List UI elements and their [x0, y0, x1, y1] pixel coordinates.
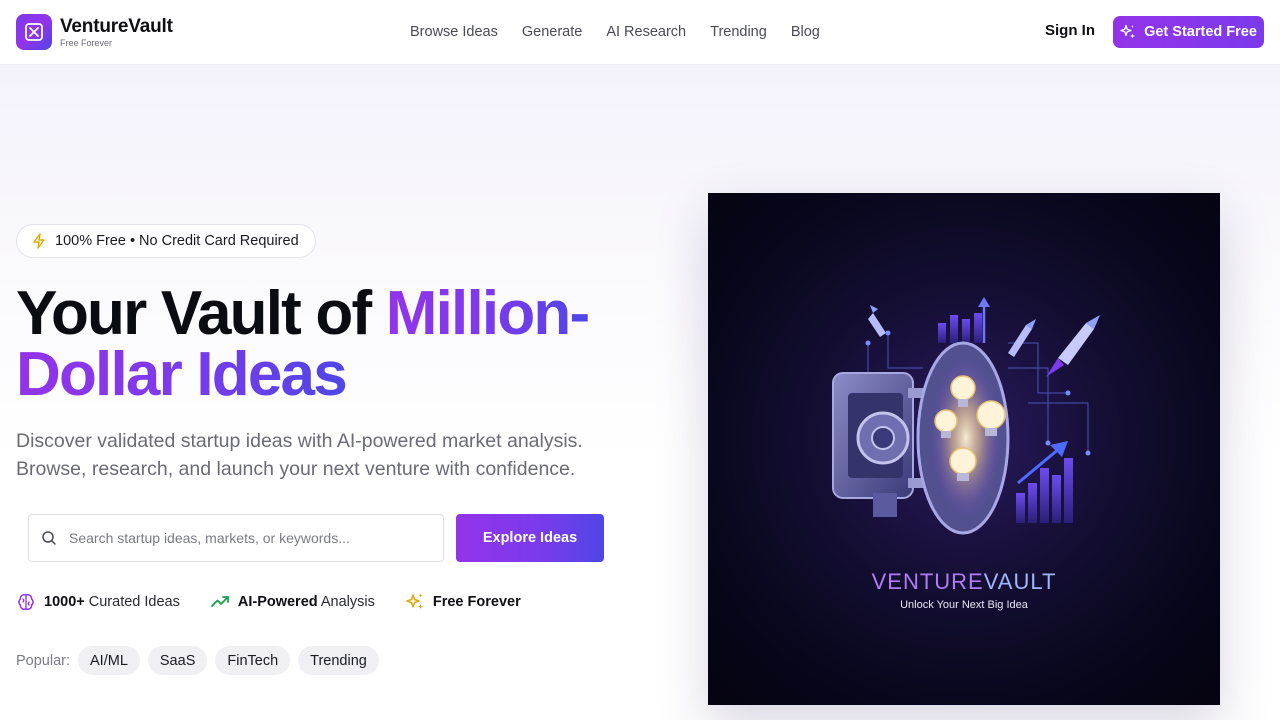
visual-brand-title: VENTUREVAULT	[708, 569, 1220, 595]
sparkles-icon	[406, 593, 423, 609]
visual-subtitle: Unlock Your Next Big Idea	[900, 599, 1028, 611]
tag-chip-ai-ml[interactable]: AI/ML	[78, 646, 140, 675]
hero-headline: Your Vault of Million- Dollar Ideas	[16, 283, 656, 406]
lightning-icon	[33, 233, 45, 249]
nav-link-generate[interactable]: Generate	[522, 24, 582, 40]
brand-tagline: Free Forever	[60, 37, 113, 48]
tag-chip-fintech[interactable]: FinTech	[215, 646, 291, 675]
feature-curated-bold: 1000+	[44, 594, 85, 610]
brand-name: VentureVault	[60, 15, 173, 37]
headline-accent-1: Million-	[385, 279, 590, 348]
feature-free-bold: Free Forever	[432, 594, 521, 610]
nav-link-ai-research[interactable]: AI Research	[606, 24, 686, 40]
search-box	[28, 514, 444, 562]
feature-curated-text: Curated Ideas	[84, 594, 180, 610]
hero-subtitle: Discover validated startup ideas with AI…	[16, 430, 583, 480]
brain-icon	[18, 594, 34, 610]
search-input[interactable]	[69, 530, 443, 546]
free-badge: 100% Free • No Credit Card Required	[16, 224, 316, 258]
vault-logo-icon	[16, 14, 52, 50]
get-started-label: Get Started Free	[1144, 24, 1257, 40]
headline-plain: Your Vault of	[16, 279, 386, 348]
brand-logo[interactable]: VentureVault Free Forever	[16, 14, 173, 50]
feature-list: 1000+ Curated Ideas AI-Powered Analysis …	[16, 592, 551, 612]
feature-ai-bold: AI-Powered	[237, 594, 318, 610]
feature-free-forever: Free Forever	[405, 592, 521, 612]
hero-illustration: VENTUREVAULT Unlock Your Next Big Idea	[708, 193, 1220, 705]
badge-text: 100% Free • No Credit Card Required	[55, 233, 299, 249]
search-icon	[42, 531, 56, 545]
explore-ideas-button[interactable]: Explore Ideas	[456, 514, 604, 562]
vault-illustration	[832, 297, 1100, 535]
visual-title-part-2: VAULT	[983, 569, 1057, 594]
feature-curated-ideas: 1000+ Curated Ideas	[16, 592, 180, 612]
popular-tags: Popular: AI/ML SaaS FinTech Trending	[16, 646, 379, 675]
tag-chip-trending[interactable]: Trending	[298, 646, 379, 675]
feature-ai-text: Analysis	[317, 594, 375, 610]
sparkles-icon	[1120, 24, 1136, 39]
get-started-button[interactable]: Get Started Free	[1113, 16, 1264, 48]
trending-up-icon	[210, 596, 229, 607]
site-header: VentureVault Free Forever Browse Ideas G…	[0, 0, 1280, 65]
feature-ai-powered: AI-Powered Analysis	[210, 592, 375, 612]
nav-link-trending[interactable]: Trending	[710, 24, 767, 40]
sign-in-link[interactable]: Sign In	[1045, 22, 1095, 39]
headline-accent-2: Dollar Ideas	[16, 340, 348, 409]
main-nav: Browse Ideas Generate AI Research Trendi…	[410, 0, 820, 64]
nav-link-browse-ideas[interactable]: Browse Ideas	[410, 24, 498, 40]
popular-label: Popular:	[16, 652, 71, 669]
visual-title-part-1: VENTURE	[871, 569, 984, 594]
tag-chip-saas[interactable]: SaaS	[147, 646, 208, 675]
nav-link-blog[interactable]: Blog	[791, 24, 820, 40]
